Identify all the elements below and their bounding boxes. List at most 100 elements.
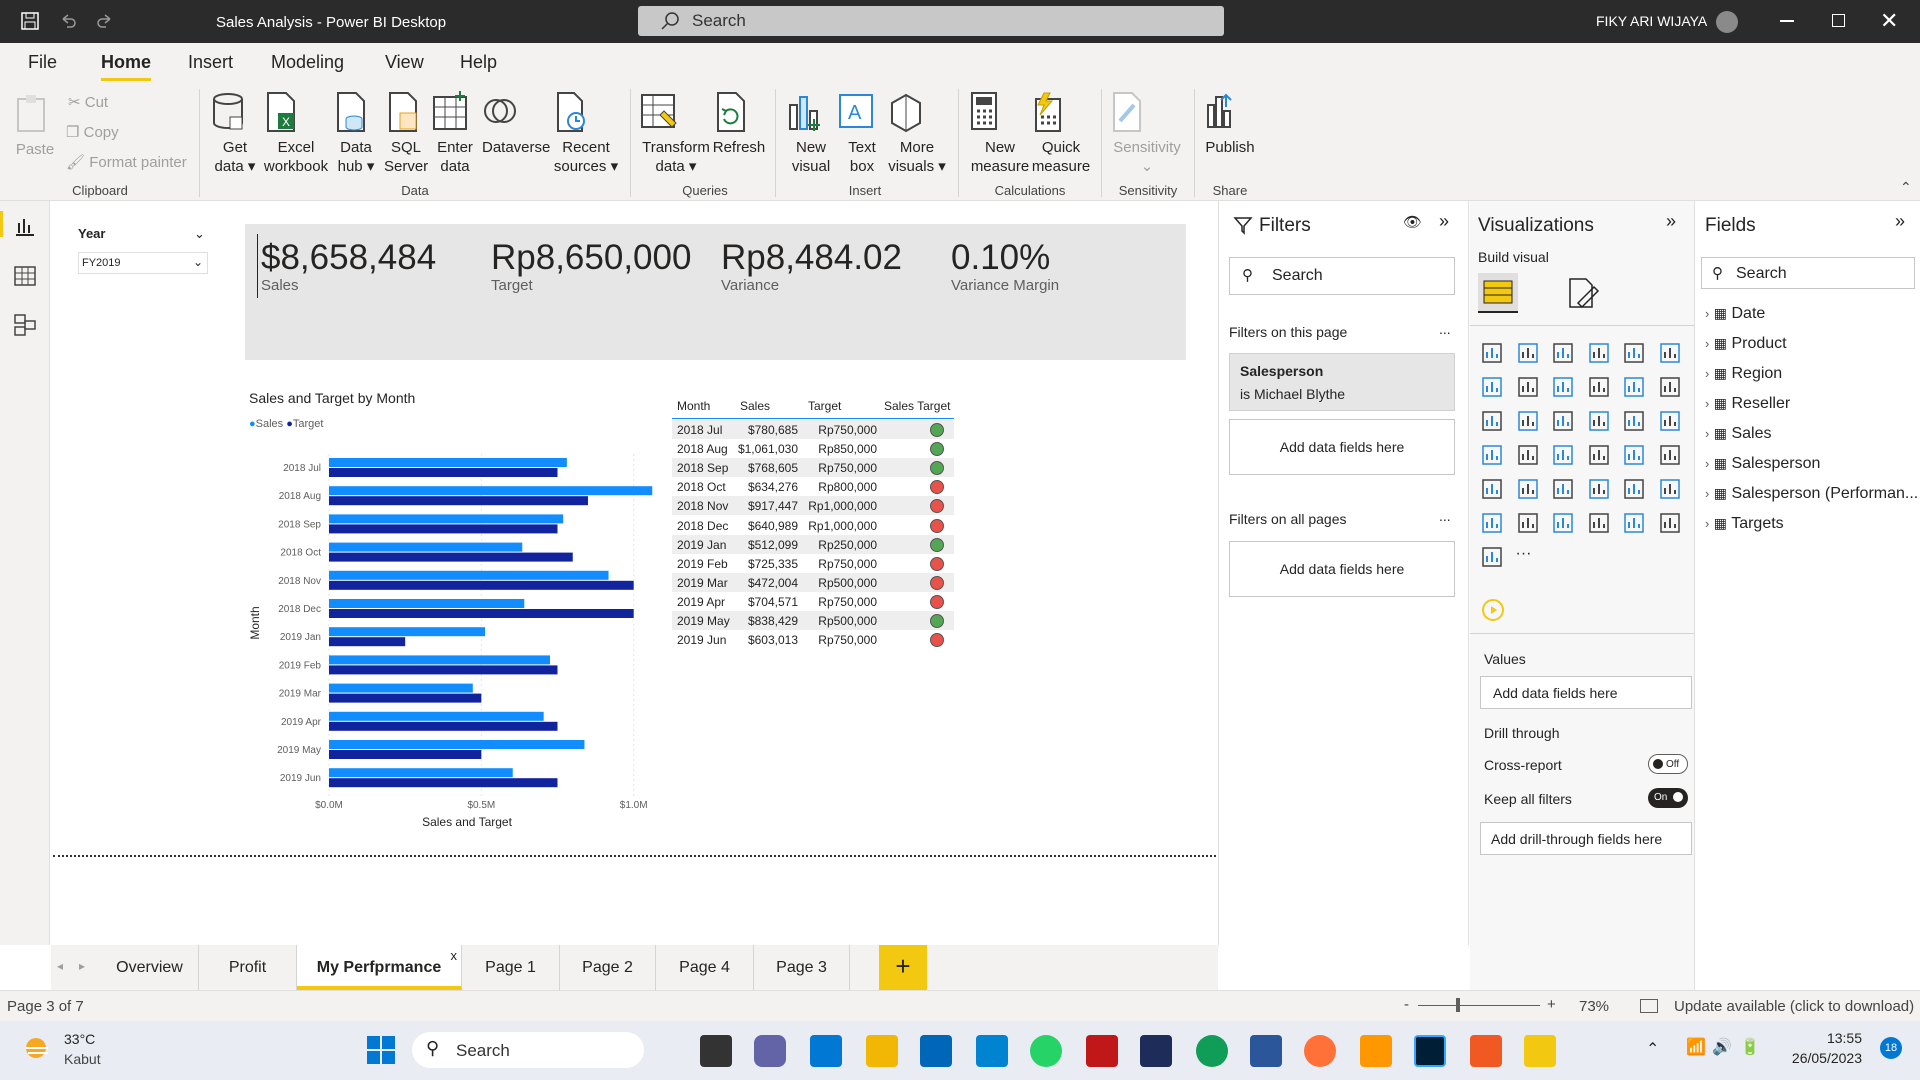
tab-profit[interactable]: Profit: [199, 945, 297, 990]
visual-type-icon[interactable]: [1622, 375, 1648, 401]
zoom-in-button[interactable]: +: [1547, 996, 1556, 1013]
visual-type-icon[interactable]: [1551, 511, 1577, 537]
mcafee-icon[interactable]: [1086, 1035, 1118, 1067]
bar-target[interactable]: [329, 693, 482, 703]
sales-table[interactable]: Month Sales Target Sales Target 2018 Jul…: [672, 394, 954, 654]
quick-measure-button[interactable]: Quick measure: [1030, 91, 1092, 176]
data-hub-button[interactable]: Data hub ▾: [332, 91, 380, 176]
bar-sales[interactable]: [329, 627, 486, 637]
zoom-slider-thumb[interactable]: [1456, 998, 1460, 1012]
visual-type-icon[interactable]: [1480, 545, 1506, 571]
visual-type-icon[interactable]: [1587, 443, 1613, 469]
bar-sales[interactable]: [329, 768, 513, 778]
filters-all-more-icon[interactable]: ...: [1439, 508, 1451, 524]
visual-type-icon[interactable]: [1658, 443, 1684, 469]
undo-icon[interactable]: [58, 11, 78, 31]
copy-button[interactable]: ❐ Copy: [66, 123, 119, 141]
tab-page-1[interactable]: Page 1: [462, 945, 560, 990]
visual-type-icon[interactable]: [1587, 341, 1613, 367]
visual-type-icon[interactable]: [1551, 341, 1577, 367]
play-axis-icon[interactable]: [1482, 599, 1504, 621]
taskbar-search[interactable]: ⚲ Search: [412, 1032, 644, 1068]
field-table-item[interactable]: › ▦ Salesperson: [1705, 455, 1820, 473]
filters-search-input[interactable]: ⚲ Search: [1229, 257, 1455, 295]
tab-next-icon[interactable]: ▸: [79, 959, 85, 973]
visual-type-icon[interactable]: [1622, 341, 1648, 367]
excel-workbook-button[interactable]: X Excel workbook: [262, 91, 330, 176]
visual-type-icon[interactable]: [1658, 375, 1684, 401]
collapse-fields-icon[interactable]: »: [1895, 211, 1905, 232]
visual-type-icon[interactable]: [1622, 443, 1648, 469]
update-available-link[interactable]: Update available (click to download): [1674, 998, 1914, 1015]
bar-target[interactable]: [329, 637, 406, 647]
table-row[interactable]: 2019 Mar $472,004 Rp500,000: [672, 572, 954, 592]
visual-type-icon[interactable]: [1587, 375, 1613, 401]
tab-page-4[interactable]: Page 4: [656, 945, 754, 990]
bar-target[interactable]: [329, 665, 558, 675]
visual-type-icon[interactable]: [1551, 477, 1577, 503]
table-row[interactable]: 2018 Sep $768,605 Rp750,000: [672, 458, 954, 478]
bar-target[interactable]: [329, 721, 558, 731]
visual-type-icon[interactable]: [1587, 477, 1613, 503]
redo-icon[interactable]: [95, 11, 115, 31]
visual-type-icon[interactable]: [1516, 511, 1542, 537]
visual-type-icon[interactable]: [1480, 375, 1506, 401]
bar-sales[interactable]: [329, 599, 525, 608]
recent-sources-button[interactable]: Recent sources ▾: [552, 91, 620, 176]
close-icon[interactable]: ✕: [1880, 8, 1898, 34]
field-table-item[interactable]: › ▦ Reseller: [1705, 395, 1790, 413]
wifi-icon[interactable]: 📶: [1686, 1037, 1706, 1057]
paste-button[interactable]: Paste: [14, 93, 56, 159]
table-row[interactable]: 2019 Feb $725,335 Rp750,000: [672, 553, 954, 573]
salesperson-filter-card[interactable]: Salesperson is Michael Blythe: [1229, 353, 1455, 411]
bar-sales[interactable]: [329, 711, 544, 721]
weather-icon[interactable]: [22, 1033, 52, 1063]
sql-server-button[interactable]: SQL Server: [384, 91, 428, 176]
teams-icon[interactable]: [754, 1035, 786, 1067]
sensitivity-button[interactable]: Sensitivity ⌄: [1108, 91, 1186, 176]
year-slicer[interactable]: Year ⌄ FY2019 ⌄: [78, 226, 208, 274]
table-row[interactable]: 2018 Jul $780,685 Rp750,000: [672, 420, 954, 439]
zoom-out-button[interactable]: -: [1404, 996, 1409, 1013]
filters-page-more-icon[interactable]: ...: [1439, 321, 1451, 337]
bar-target[interactable]: [329, 750, 482, 759]
dev-app-icon[interactable]: [1140, 1035, 1172, 1067]
collapse-filters-icon[interactable]: »: [1439, 211, 1449, 232]
visual-type-icon[interactable]: [1622, 511, 1648, 537]
store-icon[interactable]: [920, 1035, 952, 1067]
slicer-dropdown[interactable]: FY2019 ⌄: [78, 252, 208, 274]
visual-type-icon[interactable]: [1480, 477, 1506, 503]
tab-page-3[interactable]: Page 3: [754, 945, 850, 990]
table-view-icon[interactable]: [14, 265, 36, 287]
keep-filters-toggle[interactable]: On: [1648, 788, 1688, 808]
new-visual-button[interactable]: New visual: [786, 91, 836, 176]
tab-overview[interactable]: Overview: [101, 945, 199, 990]
field-table-item[interactable]: › ▦ Salesperson (Performan...: [1705, 485, 1918, 503]
minimize-icon[interactable]: [1780, 20, 1794, 22]
refresh-button[interactable]: Refresh: [712, 91, 766, 157]
collapse-viz-icon[interactable]: »: [1666, 211, 1676, 232]
eye-icon[interactable]: 👁: [1403, 213, 1422, 231]
visual-type-icon[interactable]: [1551, 375, 1577, 401]
start-button[interactable]: [366, 1035, 396, 1065]
visual-type-icon[interactable]: [1622, 477, 1648, 503]
l-app-icon[interactable]: [976, 1035, 1008, 1067]
battery-icon[interactable]: 🔋: [1740, 1037, 1760, 1057]
visual-type-icon[interactable]: [1516, 341, 1542, 367]
menu-view[interactable]: View: [385, 52, 424, 73]
format-visual-icon[interactable]: [1564, 275, 1600, 311]
visual-type-icon[interactable]: [1480, 443, 1506, 469]
bar-target[interactable]: [329, 580, 634, 590]
photoshop-icon[interactable]: [1414, 1035, 1446, 1067]
slicer-chevron-icon[interactable]: ⌄: [194, 226, 205, 242]
field-table-item[interactable]: › ▦ Product: [1705, 335, 1787, 353]
dataverse-button[interactable]: Dataverse: [482, 91, 550, 157]
visual-type-icon[interactable]: [1516, 443, 1542, 469]
menu-help[interactable]: Help: [460, 52, 497, 73]
visual-type-icon[interactable]: [1551, 409, 1577, 435]
field-table-item[interactable]: › ▦ Region: [1705, 365, 1782, 383]
get-data-button[interactable]: Get data ▾: [210, 91, 260, 176]
visual-type-icon[interactable]: [1658, 341, 1684, 367]
table-row[interactable]: 2018 Aug $1,061,030 Rp850,000: [672, 439, 954, 459]
firefox-icon[interactable]: [1304, 1035, 1336, 1067]
